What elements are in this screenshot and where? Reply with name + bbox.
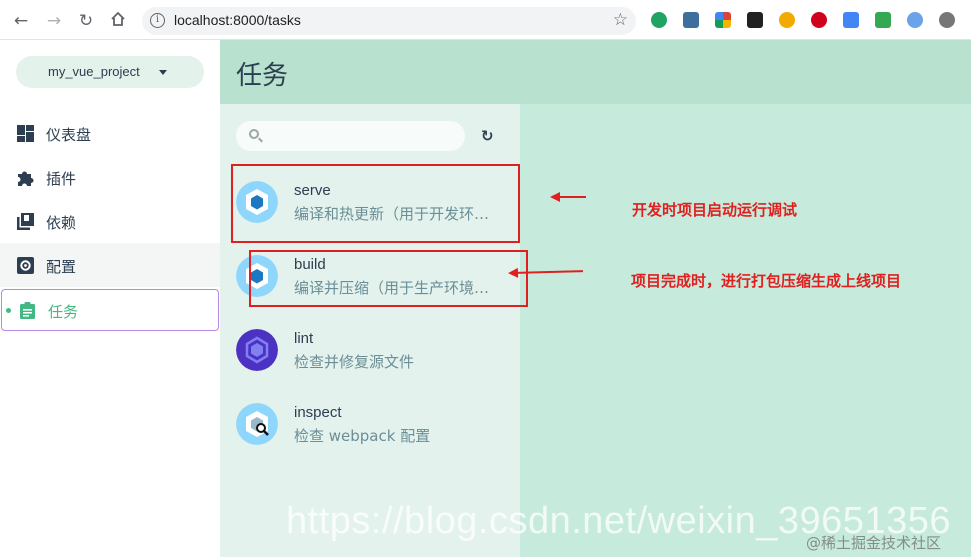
site-info-icon[interactable]: i [150,13,165,28]
extension-icon[interactable] [779,12,795,28]
task-description: 检查 webpack 配置 [294,427,431,445]
annotation-arrow [550,192,586,202]
page-header: 任务 [220,40,971,104]
task-name: inspect [294,404,342,421]
webpack-inspect-icon [236,403,278,445]
task-detail-pane [520,104,971,557]
extension-icon[interactable] [683,12,699,28]
task-description: 检查并修复源文件 [294,353,415,371]
settings-icon [17,257,34,274]
forward-icon[interactable]: → [43,10,65,32]
sidebar-item-config[interactable]: 配置 [0,243,220,287]
task-name: lint [294,330,314,347]
assignment-icon [20,302,35,319]
page-title: 任务 [236,61,289,91]
extension-icon[interactable] [747,12,763,28]
project-name: my_vue_project [48,64,140,79]
juejin-watermark: @稀土掘金技术社区 [806,534,942,552]
sidebar-item-label: 配置 [46,258,77,276]
address-bar[interactable]: i localhost:8000/tasks ☆ [142,7,636,35]
puzzle-icon [18,171,34,186]
library-icon [17,213,34,230]
sidebar-item-plugins[interactable]: 插件 [0,155,220,199]
search-icon [249,129,259,139]
bookmark-star-icon[interactable]: ☆ [613,10,628,30]
annotation-build-note: 项目完成时，进行打包压缩生成上线项目 [631,272,902,290]
sidebar-item-label: 插件 [46,170,77,188]
search-input[interactable] [266,127,456,145]
extension-icon[interactable] [875,12,891,28]
address-url[interactable]: localhost:8000/tasks [174,12,301,28]
sidebar-item-dependencies[interactable]: 依赖 [0,199,220,243]
refresh-icon[interactable]: ↻ [481,127,494,145]
browser-toolbar: ← → ↻ i localhost:8000/tasks ☆ [0,0,971,40]
project-selector[interactable]: my_vue_project [16,56,204,88]
eslint-icon [236,329,278,371]
highlight-box-build [249,250,528,307]
active-indicator [6,308,11,313]
task-item-inspect[interactable]: inspect 检查 webpack 配置 [220,391,520,465]
chevron-down-icon [159,70,167,75]
task-search[interactable] [236,121,465,151]
dashboard-icon [17,125,34,142]
annotation-serve-note: 开发时项目启动运行调试 [632,201,798,219]
sidebar-item-label: 依赖 [46,214,77,232]
extension-icon[interactable] [651,12,667,28]
highlight-box-serve [231,164,520,243]
home-icon[interactable] [107,10,129,32]
extension-icon[interactable] [939,12,955,28]
sidebar-item-label: 任务 [48,303,79,321]
sidebar-item-label: 仪表盘 [46,126,92,144]
sidebar-item-dashboard[interactable]: 仪表盘 [0,111,220,155]
extension-icon[interactable] [715,12,731,28]
reload-icon[interactable]: ↻ [75,10,97,32]
task-item-lint[interactable]: lint 检查并修复源文件 [220,317,520,391]
sidebar-item-tasks[interactable]: 任务 [1,289,219,331]
back-icon[interactable]: ← [10,10,32,32]
adblock-icon[interactable] [811,12,827,28]
translate-icon[interactable] [843,12,859,28]
sidebar: my_vue_project 仪表盘 插件 依赖 配置 任务 [0,40,220,557]
extension-icon[interactable] [907,12,923,28]
